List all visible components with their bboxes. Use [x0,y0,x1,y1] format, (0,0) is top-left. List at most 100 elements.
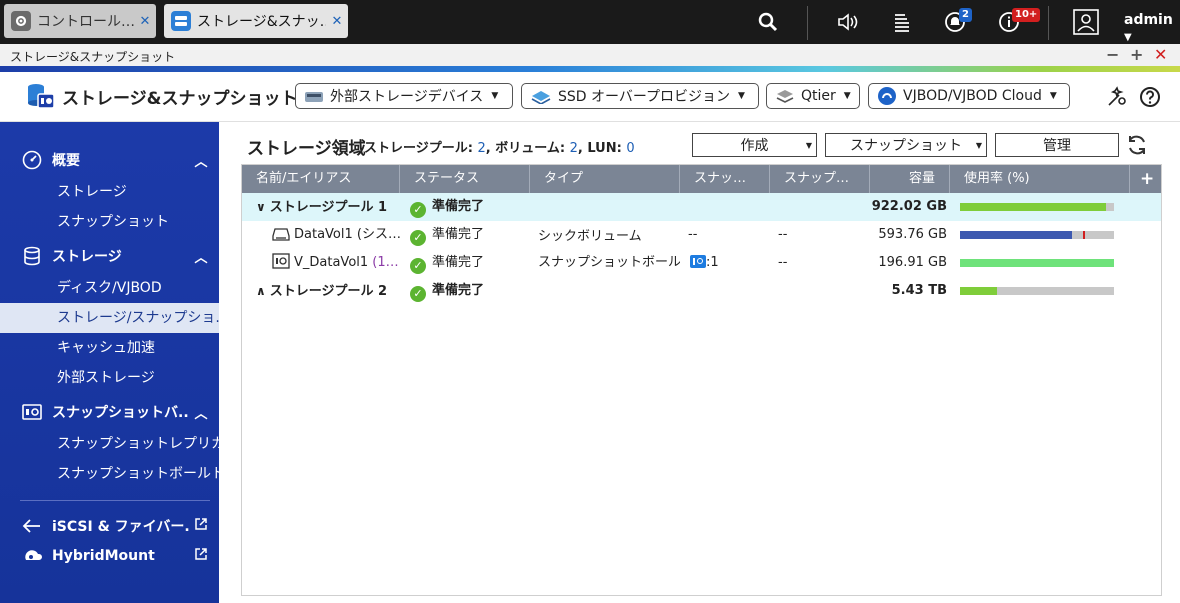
caret-down-icon: ▼ [805,140,812,150]
status-text: 準備完了 [432,199,485,214]
cell-status: ✓ 準備完了 [410,221,530,249]
lun-count: 0 [626,141,635,156]
hybridmount-icon [20,548,44,564]
diagnostics-icon[interactable] [1106,86,1128,112]
external-storage-device-button[interactable]: 外部ストレージデバイス ▼ [295,83,513,109]
usage-bar [960,287,1114,295]
lun-label: LUN: [587,141,622,156]
chevron-up-icon: ︿ [194,250,208,266]
sidebar-item-snapshot-vault[interactable]: スナップショットボールト [0,459,219,489]
volume-label: ボリューム: [495,141,566,156]
table-row-datavol1[interactable]: DataVol1 (シス… ✓ 準備完了 シックボリューム -- -- 593.7… [242,221,1161,249]
create-dropdown[interactable]: 作成 ▼ [692,133,817,157]
table-row-v-datavol1[interactable]: V_DataVol1 (1… ✓ 準備完了 スナップショットボール :1 -- 1… [242,249,1161,277]
column-snapshot[interactable]: スナッ… [680,165,770,193]
button-label: SSD オーバープロビジョン [558,89,731,105]
task-stack-icon[interactable] [887,7,917,37]
threshold-marker [1083,231,1085,239]
cell-status: ✓ 準備完了 [410,277,530,305]
cell-snapshot-2: -- [778,255,788,270]
column-type[interactable]: タイプ [530,165,680,193]
sidebar-item-disks-vjbod[interactable]: ディスク/VJBOD [0,273,219,303]
sidebar-item-storage-snapshots[interactable]: ストレージ/スナップショ... [0,303,219,333]
column-status[interactable]: ステータス [400,165,530,193]
sidebar-link-hybridmount[interactable]: HybridMount [0,541,219,571]
ssd-overprovision-button[interactable]: SSD オーバープロビジョン ▼ [521,83,759,109]
tab-control-panel[interactable]: コントロール… ✕ [4,4,156,38]
column-usage[interactable]: 使用率 (%) [950,165,1130,193]
status-text: 準備完了 [432,255,485,270]
usage-bar [960,259,1114,267]
tab-storage-snapshot[interactable]: ストレージ&スナッ… ✕ [164,4,348,38]
chevron-up-icon[interactable]: ∧ [256,284,266,298]
caret-down-icon: ▼ [975,140,982,150]
link-label: iSCSI & ファイバー... [52,519,189,535]
sidebar-section-snapshot-backup[interactable]: スナップショットバ... ︿ [0,397,219,427]
chevron-down-icon: ▼ [491,91,499,101]
chevron-down-icon[interactable]: ∨ [256,200,266,214]
button-label: VJBOD/VJBOD Cloud [903,88,1042,104]
refresh-icon[interactable] [1125,133,1149,161]
qtier-button[interactable]: Qtier ▼ [766,83,860,109]
snapshot-vault-icon [272,252,290,277]
column-name[interactable]: 名前/エイリアス [242,165,400,193]
manage-button[interactable]: 管理 [995,133,1119,157]
snapshot-count: :1 [706,255,719,270]
cell-capacity: 922.02 GB [871,199,947,214]
check-circle-icon: ✓ [410,286,426,302]
link-label: HybridMount [52,548,155,564]
volume-alias: (1… [372,255,399,270]
sidebar-item-external-storage[interactable]: 外部ストレージ [0,363,219,393]
button-label: 作成 [740,138,769,154]
minimize-button[interactable]: − [1106,44,1119,66]
table-header: 名前/エイリアス ステータス タイプ スナッ… スナップ… 容量 使用率 (%)… [242,165,1161,193]
ssd-icon [530,88,552,104]
close-icon[interactable]: ✕ [134,14,156,29]
chevron-down-icon: ▼ [1049,91,1057,101]
search-icon[interactable] [753,7,783,37]
page-title: ストレージ領域 [247,139,366,159]
divider [807,6,808,40]
sidebar-section-overview[interactable]: 概要 ︿ [0,145,219,175]
table-row-pool-1[interactable]: ∨ ストレージプール 1 ✓ 準備完了 922.02 GB [242,193,1161,221]
sidebar-link-iscsi-fibre[interactable]: iSCSI & ファイバー... [0,511,219,541]
table-row-pool-2[interactable]: ∧ ストレージプール 2 ✓ 準備完了 5.43 TB [242,277,1161,305]
database-icon [20,246,44,266]
storage-snapshot-logo-icon [26,81,56,115]
sidebar: 概要 ︿ ストレージ スナップショット ストレージ ︿ ディスク/VJBOD ス… [0,122,219,603]
volume-icon [272,224,290,249]
sidebar-item-snapshot-replica[interactable]: スナップショットレプリカ [0,429,219,459]
cell-name: DataVol1 (シス… [272,221,400,249]
close-icon[interactable]: ✕ [326,14,348,29]
usage-fill [960,259,1114,267]
column-capacity[interactable]: 容量 [870,165,950,193]
cell-snapshot: :1 [690,249,770,277]
sidebar-item-snapshot-overview[interactable]: スナップショット [0,207,219,237]
button-label: 管理 [1043,138,1071,154]
chevron-down-icon: ▼ [738,91,745,101]
pool-label: ストレージプール: [364,141,473,156]
user-icon[interactable] [1071,7,1101,37]
volume-icon[interactable] [833,7,863,37]
sidebar-section-storage[interactable]: ストレージ ︿ [0,241,219,271]
usage-fill [960,231,1073,239]
check-circle-icon: ✓ [410,258,426,274]
help-icon[interactable] [1139,86,1161,112]
taskbar: コントロール… ✕ ストレージ&スナッ… ✕ 2 10+ admin ▼ [0,0,1180,44]
user-menu[interactable]: admin ▼ [1124,12,1180,44]
dashboard-icon [20,150,44,170]
volume-name: DataVol1 (シス… [294,227,400,242]
usage-fill [960,287,997,295]
close-button[interactable]: ✕ [1154,44,1167,66]
maximize-button[interactable]: + [1130,44,1143,66]
sidebar-item-storage-overview[interactable]: ストレージ [0,177,219,207]
cell-snapshot-2: -- [778,227,788,242]
column-snapshot-2[interactable]: スナップ… [770,165,870,193]
sidebar-item-cache-acceleration[interactable]: キャッシュ加速 [0,333,219,363]
vjbod-cloud-button[interactable]: VJBOD/VJBOD Cloud ▼ [868,83,1070,109]
divider [20,500,210,501]
add-column-button[interactable]: + [1130,165,1161,193]
cell-capacity: 5.43 TB [891,283,947,298]
usage-fill [960,203,1107,211]
snapshot-dropdown[interactable]: スナップショット ▼ [825,133,987,157]
